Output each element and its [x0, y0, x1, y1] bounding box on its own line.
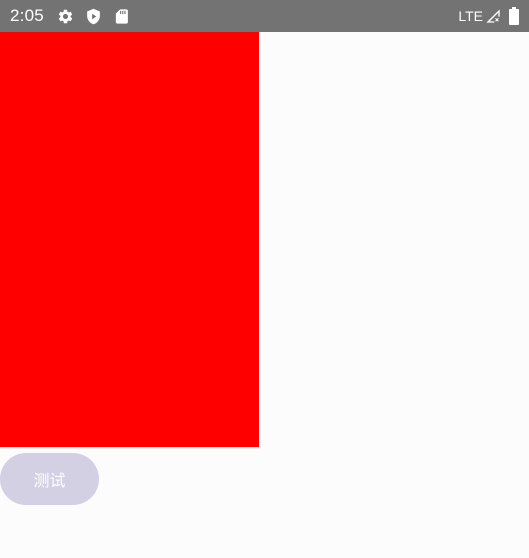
red-view [0, 32, 259, 447]
network-type: LTE [458, 8, 483, 24]
status-bar-left: 2:05 [10, 0, 141, 32]
status-bar-right: LTE [458, 0, 519, 32]
test-button[interactable]: 测试 [0, 453, 99, 505]
battery-icon [509, 7, 519, 25]
shield-play-icon [85, 8, 102, 25]
signal-no-connection-icon [485, 8, 501, 24]
status-bar: 2:05 LTE [0, 0, 529, 32]
clock: 2:05 [10, 6, 44, 25]
gear-icon [57, 8, 74, 25]
sd-card-icon [113, 8, 130, 25]
